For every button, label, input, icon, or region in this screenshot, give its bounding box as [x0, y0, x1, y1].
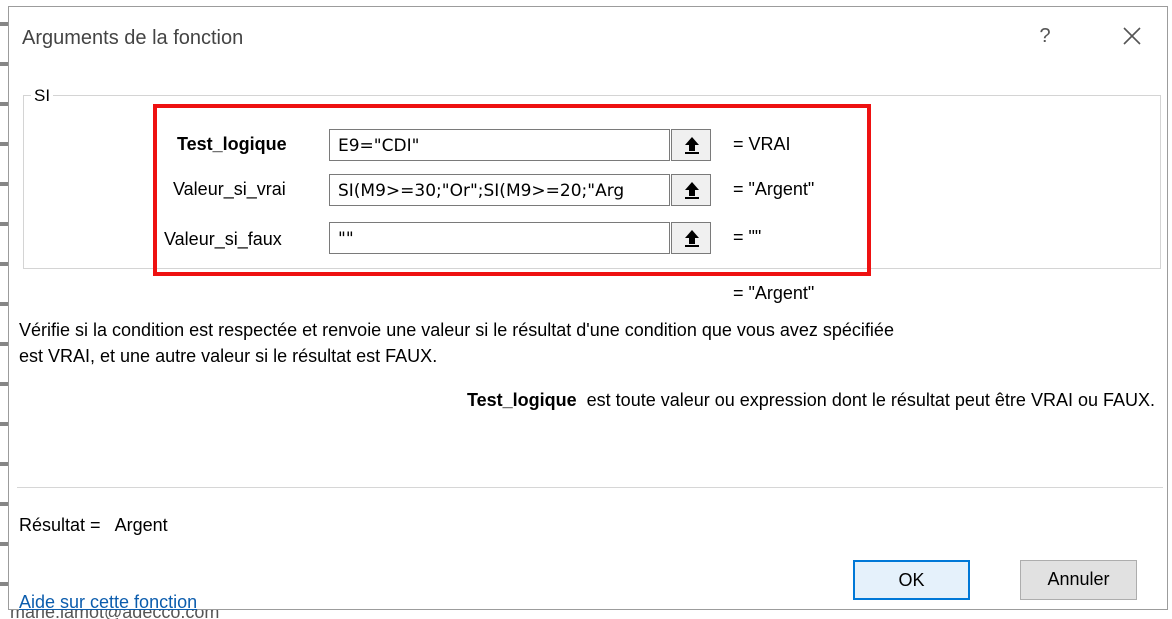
result-label: Résultat = [19, 515, 101, 535]
argument-help-text: est toute valeur ou expression dont le r… [586, 390, 1155, 410]
arg-label-test-logique: Test_logique [177, 134, 287, 154]
dialog-title: Arguments de la fonction [22, 27, 244, 49]
result-value: Argent [114, 515, 168, 535]
test-logique-input[interactable]: E9="CDI" [329, 129, 670, 161]
collapse-dialog-button-valeur-si-faux[interactable] [671, 222, 711, 254]
arg-label-valeur-si-vrai: Valeur_si_vrai [173, 179, 286, 199]
ok-button[interactable]: OK [853, 560, 970, 600]
result-row: Résultat = Argent [19, 515, 168, 536]
function-help-link[interactable]: Aide sur cette fonction [19, 592, 197, 613]
arg-result-valeur-si-faux: = "" [733, 227, 762, 247]
cancel-button[interactable]: Annuler [1020, 560, 1137, 600]
help-button[interactable]: ? [1033, 25, 1057, 51]
argument-help-name: Test_logique [466, 390, 577, 410]
collapse-dialog-button-valeur-si-vrai[interactable] [671, 174, 711, 206]
arg-result-valeur-si-vrai: = "Argent" [733, 179, 815, 199]
function-description: Vérifie si la condition est respectée et… [19, 317, 1169, 369]
description-line-1: Vérifie si la condition est respectée et… [19, 320, 894, 340]
close-icon[interactable] [1117, 21, 1147, 51]
description-line-2: est VRAI, et une autre valeur si le résu… [19, 346, 438, 366]
separator [17, 487, 1163, 488]
valeur-si-faux-input[interactable]: "" [329, 222, 670, 254]
arg-label-valeur-si-faux: Valeur_si_faux [164, 229, 282, 249]
arg-result-test-logique: = VRAI [733, 134, 791, 154]
title-bar: Arguments de la fonction ? [9, 7, 1167, 67]
valeur-si-vrai-input[interactable]: SI(M9>=30;"Or";SI(M9>=20;"Arg [329, 174, 670, 206]
function-arguments-dialog: Arguments de la fonction ? SI Test_logiq… [8, 6, 1169, 613]
formula-result-preview: = "Argent" [733, 283, 815, 303]
collapse-dialog-button-test-logique[interactable] [671, 129, 711, 161]
function-name-label: SI [31, 86, 54, 106]
argument-help: Test_logique est toute valeur ou expressi… [467, 390, 1155, 411]
